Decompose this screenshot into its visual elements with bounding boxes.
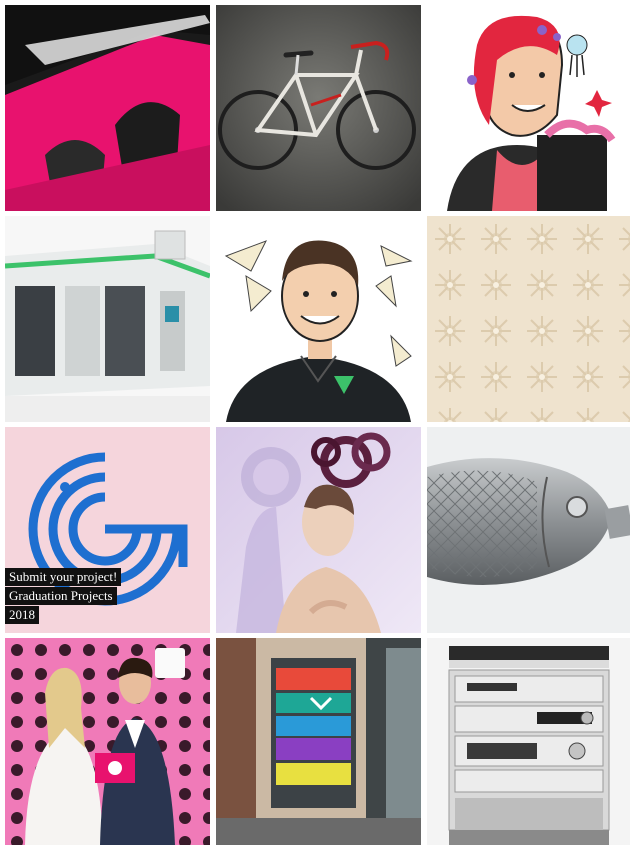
embossed-pattern-image	[427, 216, 630, 422]
industrial-machine-image	[5, 216, 210, 422]
promo-caption: Submit your project! Graduation Projects…	[5, 568, 122, 625]
road-bicycle-image	[216, 5, 421, 211]
metal-fish-image	[427, 427, 630, 633]
tile-woman-headpiece[interactable]	[216, 427, 421, 633]
tile-road-bicycle[interactable]	[216, 5, 421, 211]
tile-award-couple[interactable]	[5, 638, 210, 845]
image-grid: Submit your project! Graduation Projects…	[0, 0, 630, 845]
shop-window-image	[216, 638, 421, 845]
man-illustration-image	[216, 216, 421, 422]
hifi-stack-image	[427, 638, 630, 845]
pink-abstract-image	[5, 5, 210, 211]
woman-illustration-image	[427, 5, 630, 211]
tile-man-illustration[interactable]	[216, 216, 421, 422]
tile-metal-fish[interactable]	[427, 427, 630, 633]
tile-woman-illustration[interactable]	[427, 5, 630, 211]
tile-shop-window-display[interactable]	[216, 638, 421, 845]
tile-embossed-pattern[interactable]	[427, 216, 630, 422]
promo-line-year: 2018	[5, 606, 39, 624]
tile-hifi-stack[interactable]	[427, 638, 630, 845]
tile-industrial-machine[interactable]	[5, 216, 210, 422]
promo-line-submit[interactable]: Submit your project!	[5, 568, 122, 586]
woman-headpiece-image	[216, 427, 421, 633]
tile-pink-abstract-sculpture[interactable]	[5, 5, 210, 211]
promo-line-title: Graduation Projects	[5, 587, 117, 605]
tile-graduation-projects-promo[interactable]: Submit your project! Graduation Projects…	[5, 427, 210, 633]
award-couple-image	[5, 638, 210, 845]
